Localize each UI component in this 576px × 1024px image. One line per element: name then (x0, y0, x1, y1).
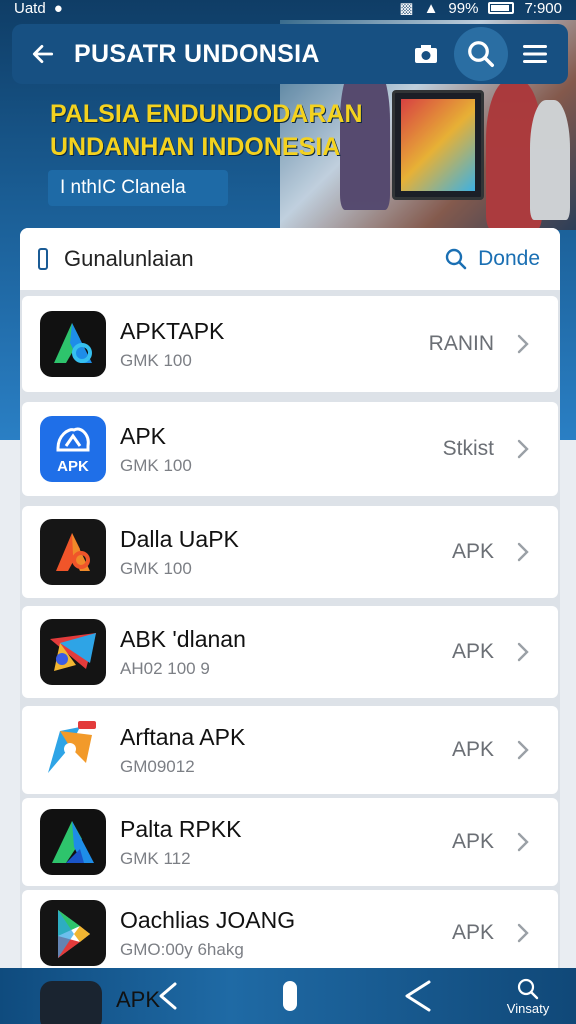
search-icon (517, 978, 539, 999)
item-tag: APK (451, 540, 494, 563)
camera-icon (415, 45, 437, 63)
item-name: Dalla UaPK (120, 525, 239, 552)
item-name: Arftana APK (120, 723, 246, 750)
battery-icon (488, 2, 515, 14)
item-name: APK (120, 422, 167, 449)
mute-icon: ▩ (399, 0, 414, 17)
menu-button[interactable] (512, 31, 558, 77)
back-button[interactable] (12, 24, 74, 84)
nav-search-button[interactable]: Vinsaty (488, 968, 568, 1024)
apk-badge-text: APK (57, 458, 89, 475)
item-tag: RANIN (428, 332, 494, 355)
app-title: PUSATR UNDONSIA (74, 39, 320, 68)
hero-title-line1: PALSIA ENDUNDODARAN (50, 100, 363, 128)
nav-back-button[interactable] (140, 968, 196, 1024)
list-item[interactable]: Dalla UaPK GMK 100 APK (22, 506, 558, 598)
nav-search-label: Vinsaty (506, 1000, 550, 1016)
item-sub: GMK 100 (120, 558, 192, 578)
apktapk-app-icon (40, 311, 106, 377)
list-item[interactable]: Palta RPKK GMK 112 APK (22, 798, 558, 886)
list-item[interactable]: APK APK GMK 100 Stkist (22, 402, 558, 496)
list-header-action[interactable]: Donde (444, 247, 560, 271)
item-sub: GMO:00y 6hakg (120, 939, 244, 959)
chevron-right-icon (516, 438, 546, 460)
search-icon (468, 41, 494, 67)
chevron-right-icon (516, 922, 546, 944)
search-icon (445, 248, 467, 270)
item-tag: APK (451, 921, 494, 944)
arftana-app-icon (40, 717, 106, 783)
phone-icon (38, 248, 48, 270)
item-name: Palta RPKK (120, 815, 242, 842)
item-tag: APK (451, 738, 494, 761)
apk-app-icon: APK (40, 416, 106, 482)
palta-app-icon (40, 809, 106, 875)
battery-percent: 99% (448, 0, 479, 17)
search-button[interactable] (454, 27, 508, 81)
item-sub: GM09012 (120, 756, 195, 776)
carrier-label: Uatd (14, 0, 46, 17)
item-tag: APK (451, 830, 494, 853)
list-item[interactable]: Arftana APK GM09012 APK (22, 706, 558, 794)
list-header: Gunalunlaian Donde (20, 228, 560, 290)
chevron-right-icon (516, 541, 546, 563)
camera-button[interactable] (406, 31, 446, 77)
item-sub: GMK 112 (120, 848, 191, 868)
list-item[interactable]: APKTAPK GMK 100 RANIN (22, 296, 558, 392)
list-item[interactable]: Oachlias JOANG GMO:00y 6hakg APK (22, 890, 558, 976)
item-tag: Stkist (442, 437, 494, 460)
hero-chip[interactable]: I nthIC Clanela (48, 170, 228, 206)
item-sub: AH02 100 9 (120, 658, 210, 678)
list-header-label: Gunalunlaian (64, 246, 194, 271)
item-name: ABK 'dlanan (120, 625, 246, 652)
home-pill-icon (283, 981, 297, 1011)
list-item[interactable]: ABK 'dlanan AH02 100 9 APK (22, 606, 558, 698)
app-bar: PUSATR UNDONSIA (12, 24, 568, 84)
clock: 7:900 (524, 0, 562, 17)
menu-icon (523, 45, 547, 63)
nav-recent-button[interactable] (390, 968, 446, 1024)
back-chevron-icon (159, 982, 177, 1010)
back-chevron-icon (405, 980, 431, 1012)
back-arrow-icon (32, 45, 54, 63)
chevron-right-icon (516, 831, 546, 853)
chevron-right-icon (516, 641, 546, 663)
nav-home-button[interactable] (270, 968, 310, 1024)
status-bar: Uatd ● ▩ ▲ 99% 7:900 (0, 0, 576, 17)
item-sub: GMK 100 (120, 350, 192, 370)
item-name: APKTAPK (120, 317, 225, 344)
item-sub: GMK 100 (120, 455, 192, 475)
hero-title: PALSIA ENDUNDODARAN UNDANHAN INDONESIA (50, 98, 363, 164)
play-store-app-icon (40, 900, 106, 966)
abk-app-icon (40, 619, 106, 685)
hero-title-line2: UNDANHAN INDONESIA (50, 133, 341, 161)
list-header-action-label: Donde (478, 247, 540, 270)
dalla-app-icon (40, 519, 106, 585)
item-tag: APK (451, 640, 494, 663)
chevron-right-icon (516, 333, 546, 355)
wifi-icon: ● (53, 0, 63, 17)
chevron-right-icon (516, 739, 546, 761)
signal-icon: ▲ (423, 0, 439, 17)
item-name: Oachlias JOANG (120, 906, 296, 933)
